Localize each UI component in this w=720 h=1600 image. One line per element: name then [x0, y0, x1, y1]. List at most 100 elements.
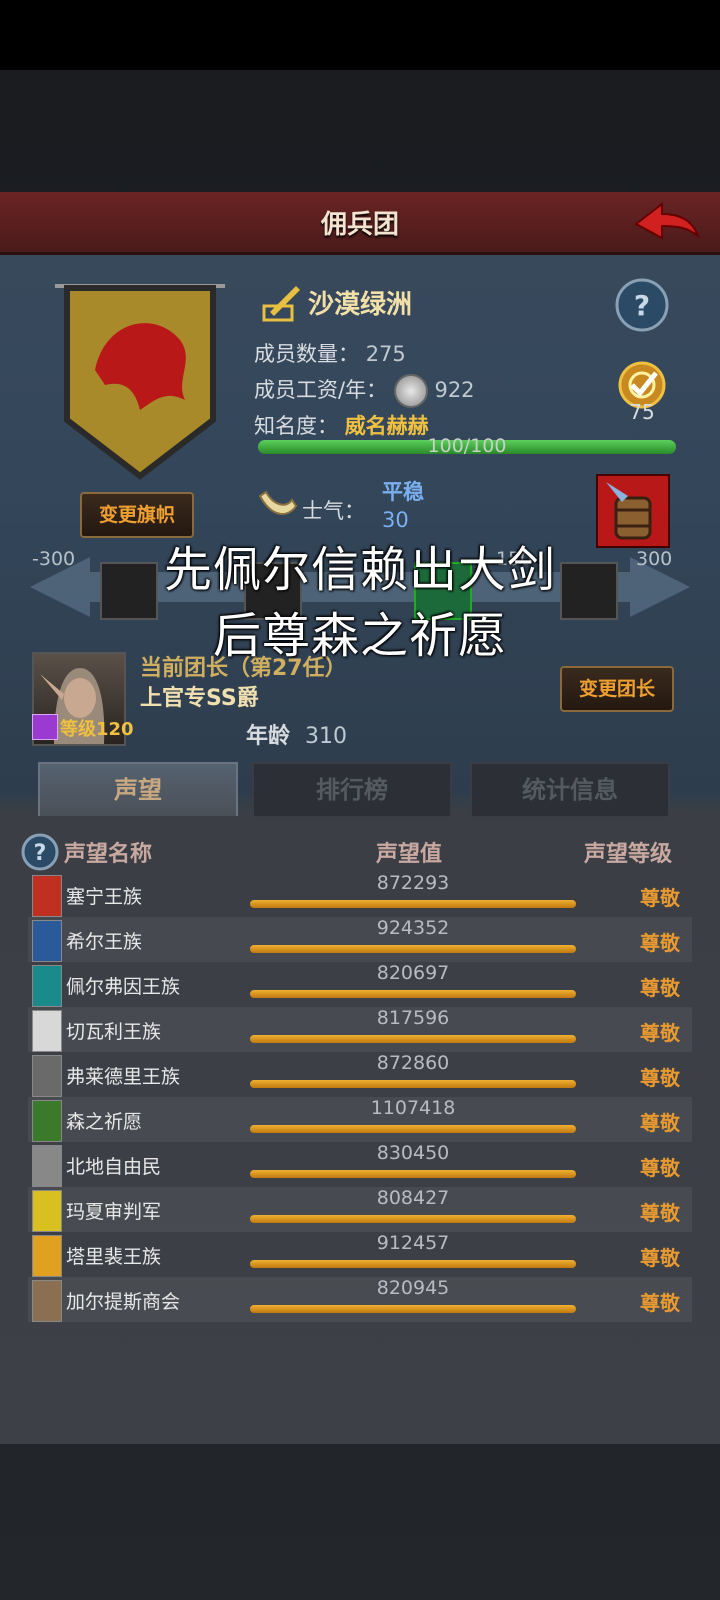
tab-ranking[interactable]: 排行榜 [252, 762, 452, 818]
change-leader-button[interactable]: 变更团长 [560, 666, 674, 712]
reputation-level: 尊敬 [640, 1201, 680, 1225]
reputation-level: 尊敬 [640, 1291, 680, 1315]
morale-state: 平稳 [382, 480, 424, 504]
leader-level: 等级120 [60, 719, 134, 740]
wage-row: 成员工资/年： 922 [254, 374, 475, 408]
tab-statistics[interactable]: 统计信息 [470, 762, 670, 818]
morale-label: 士气： [302, 499, 365, 523]
faction-name: 切瓦利王族 [66, 1021, 162, 1043]
reputation-row[interactable]: 塞宁王族 872293 尊敬 [28, 872, 692, 917]
faction-name: 森之祈愿 [66, 1111, 143, 1133]
blue-tree-icon [32, 920, 62, 962]
red-banner-icon [32, 875, 62, 917]
reputation-row[interactable]: 塔里裴王族 912457 尊敬 [28, 1232, 692, 1277]
svg-text:?: ? [34, 841, 47, 866]
reputation-bar [250, 1080, 576, 1088]
faction-name: 佩尔弗因王族 [66, 976, 181, 998]
teal-castle-icon [32, 965, 62, 1007]
reputation-bar [250, 990, 576, 998]
wage-value: 922 [434, 378, 475, 402]
reputation-level: 尊敬 [640, 886, 680, 910]
reputation-level: 尊敬 [640, 1066, 680, 1090]
reputation-value: 830450 [376, 1142, 450, 1164]
col-header-value: 声望值 [376, 842, 443, 867]
reputation-header: ? 声望名称 声望值 声望等级 [0, 820, 720, 880]
reputation-row[interactable]: 弗莱德里王族 872860 尊敬 [28, 1052, 692, 1097]
reputation-bar [250, 1035, 576, 1043]
reputation-bar [250, 1170, 576, 1178]
help-icon[interactable]: ? [614, 277, 670, 333]
age-label: 年龄 [246, 724, 291, 749]
reputation-bar [250, 1215, 576, 1223]
guild-banner-icon [55, 284, 225, 480]
reputation-help-icon[interactable]: ? [20, 832, 60, 872]
flame-icon [32, 1235, 62, 1277]
overlay-caption-line2: 后尊森之祈愿 [212, 608, 507, 664]
chest-icon [32, 1280, 62, 1322]
back-arrow-icon[interactable] [632, 200, 702, 244]
reputation-value: 820945 [376, 1277, 450, 1299]
reputation-row[interactable]: 切瓦利王族 817596 尊敬 [28, 1007, 692, 1052]
faction-name: 加尔提斯商会 [66, 1291, 181, 1313]
game-screen: 佣兵团 变更旗帜 沙漠绿洲 ? 成员数量： 275 成员工资/年： 922 知名… [0, 70, 720, 1600]
reputation-row[interactable]: 北地自由民 830450 尊敬 [28, 1142, 692, 1187]
member-count-value: 275 [365, 342, 406, 366]
guild-name: 沙漠绿洲 [308, 290, 413, 320]
reputation-level: 尊敬 [640, 976, 680, 1000]
age-value: 310 [305, 724, 348, 749]
scales-icon [32, 1010, 62, 1052]
reputation-bar [250, 945, 576, 953]
leader-name: 上官专SS爵 [140, 686, 259, 711]
edit-name-icon[interactable] [262, 282, 302, 322]
tab-reputation[interactable]: 声望 [38, 762, 238, 816]
medal-value: 75 [629, 400, 655, 424]
svg-text:?: ? [634, 289, 650, 322]
member-count-row: 成员数量： 275 [254, 338, 406, 368]
horn-icon [258, 490, 298, 515]
faction-name: 塞宁王族 [66, 886, 143, 908]
member-count-label: 成员数量： [254, 342, 359, 366]
renown-progress-text: 100/100 [427, 435, 507, 457]
reputation-value: 872860 [376, 1052, 450, 1074]
silver-coin-icon [393, 374, 428, 408]
reputation-row[interactable]: 加尔提斯商会 820945 尊敬 [28, 1277, 692, 1322]
reputation-level: 尊敬 [640, 931, 680, 955]
page-title: 佣兵团 [320, 210, 399, 240]
faction-name: 希尔王族 [66, 931, 143, 953]
axe-icon [32, 1145, 62, 1187]
reputation-level: 尊敬 [640, 1111, 680, 1135]
yellow-cross-icon [32, 1190, 62, 1232]
reputation-level: 尊敬 [640, 1021, 680, 1045]
reputation-list: 塞宁王族 872293 尊敬 希尔王族 924352 尊敬 佩尔弗因王族 820697 尊敬 切瓦… [28, 872, 692, 1322]
reputation-bar [250, 1125, 576, 1133]
reputation-row[interactable]: 佩尔弗因王族 820697 尊敬 [28, 962, 692, 1007]
col-header-name: 声望名称 [64, 842, 153, 867]
faction-name: 玛夏审判军 [66, 1201, 162, 1223]
reputation-row[interactable]: 希尔王族 924352 尊敬 [28, 917, 692, 962]
wage-label: 成员工资/年： [254, 378, 388, 402]
reputation-value: 817596 [376, 1007, 450, 1029]
morale-value: 30 [382, 508, 409, 532]
overlay-caption-line1: 先佩尔信赖出大剑 [163, 542, 556, 598]
reputation-value: 872293 [376, 872, 450, 894]
reputation-value: 912457 [376, 1232, 450, 1254]
title-bar: 佣兵团 [0, 192, 720, 255]
green-tree-icon [32, 1100, 62, 1142]
faction-name: 弗莱德里王族 [66, 1066, 181, 1088]
reputation-level: 尊敬 [640, 1156, 680, 1180]
reputation-value: 924352 [376, 917, 450, 939]
col-header-level: 声望等级 [584, 842, 673, 867]
staff-icon [32, 714, 58, 740]
reputation-value: 808427 [376, 1187, 450, 1209]
leader-age-row: 年龄 310 [246, 718, 347, 750]
reputation-value: 1107418 [370, 1097, 456, 1119]
mercenary-panel: 佣兵团 变更旗帜 沙漠绿洲 ? 成员数量： 275 成员工资/年： 922 知名… [0, 192, 720, 1444]
reputation-bar [250, 900, 576, 908]
skull-icon [32, 1055, 62, 1097]
reputation-bar [250, 1305, 576, 1313]
reputation-level: 尊敬 [640, 1246, 680, 1270]
reputation-row[interactable]: 森之祈愿 1107418 尊敬 [28, 1097, 692, 1142]
reputation-row[interactable]: 玛夏审判军 808427 尊敬 [28, 1187, 692, 1232]
reputation-value: 820697 [376, 962, 450, 984]
faction-name: 塔里裴王族 [66, 1246, 162, 1268]
